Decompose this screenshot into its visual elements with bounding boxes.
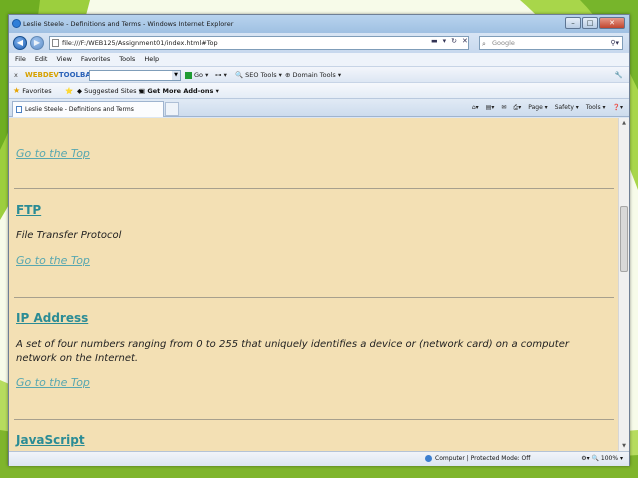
term-description-ftp: File Transfer Protocol bbox=[16, 230, 122, 241]
scroll-down-icon[interactable]: ▼ bbox=[619, 441, 629, 451]
star-icon: ★ bbox=[13, 86, 21, 95]
url-input[interactable]: file:///F:/WEB125/Assignment01/index.htm… bbox=[49, 36, 469, 50]
mail-icon[interactable]: ✉ bbox=[501, 102, 506, 114]
compat-view-icon[interactable]: ▬ bbox=[431, 37, 438, 45]
address-controls: ▬ ▾ ↻ ✕ bbox=[431, 37, 468, 45]
page-content: Go to the Top FTP File Transfer Protocol… bbox=[9, 118, 618, 451]
new-tab-button[interactable] bbox=[165, 102, 179, 116]
stop-icon[interactable]: ✕ bbox=[462, 37, 468, 45]
forward-arrow-icon[interactable]: ▶ bbox=[30, 36, 44, 50]
toolbar-search-combo[interactable]: ▼ bbox=[89, 70, 181, 81]
menu-edit[interactable]: Edit bbox=[35, 53, 48, 66]
tab-label: Leslie Steele - Definitions and Terms bbox=[25, 106, 134, 113]
url-text: file:///F:/WEB125/Assignment01/index.htm… bbox=[62, 39, 218, 47]
search-input[interactable]: ⌕ Google ⚲▾ bbox=[479, 36, 623, 50]
vertical-scrollbar[interactable]: ▲ ▼ bbox=[618, 118, 629, 451]
search-placeholder: Google bbox=[492, 39, 515, 47]
page-menu[interactable]: Page ▾ bbox=[528, 102, 547, 114]
term-title-ftp[interactable]: FTP bbox=[16, 203, 41, 217]
favorites-button[interactable]: ★ Favorites bbox=[13, 83, 52, 99]
help-icon[interactable]: ❓▾ bbox=[613, 102, 623, 114]
menu-tools[interactable]: Tools bbox=[119, 53, 135, 66]
go-icon bbox=[185, 71, 192, 79]
suggested-sites-link[interactable]: ◆ Suggested Sites ▾ bbox=[77, 83, 142, 99]
back-arrow-icon[interactable]: ◀ bbox=[13, 36, 27, 50]
window-title: Leslie Steele - Definitions and Terms - … bbox=[23, 20, 234, 28]
term-description-ip-address: A set of four numbers ranging from 0 to … bbox=[16, 339, 569, 364]
menu-help[interactable]: Help bbox=[144, 53, 159, 66]
home-icon[interactable]: ⌂▾ bbox=[472, 102, 479, 114]
zoom-level[interactable]: ⚙▾ 🔍 100% ▾ bbox=[581, 452, 623, 466]
add-favorite-icon[interactable]: ⭐ bbox=[65, 83, 73, 99]
wrench-icon[interactable]: 🔧 bbox=[615, 67, 623, 83]
toolbar-go-button[interactable]: Go ▾ bbox=[185, 67, 208, 83]
ie-logo-icon bbox=[12, 19, 21, 28]
page-icon bbox=[16, 106, 22, 113]
menu-favorites[interactable]: Favorites bbox=[81, 53, 110, 66]
menu-file[interactable]: File bbox=[15, 53, 26, 66]
window-controls: – □ ✕ bbox=[565, 17, 625, 29]
ie-browser-window: Leslie Steele - Definitions and Terms - … bbox=[8, 14, 630, 466]
go-to-top-link[interactable]: Go to the Top bbox=[16, 254, 90, 267]
command-bar: ⌂▾ ▤▾ ✉ ⎙▾ Page ▾ Safety ▾ Tools ▾ ❓▾ bbox=[472, 102, 623, 114]
maximize-button[interactable]: □ bbox=[582, 17, 598, 29]
webdev-toolbar: x WEBDEVTOOLBAR ▾ ▼ Go ▾ ⊶ ▾ 🔍 SEO Tools… bbox=[9, 66, 629, 82]
print-icon[interactable]: ⎙▾ bbox=[513, 102, 521, 114]
refresh-icon[interactable]: ↻ bbox=[451, 37, 457, 45]
status-bar: Computer | Protected Mode: Off ⚙▾ 🔍 100%… bbox=[9, 451, 629, 466]
scroll-thumb[interactable] bbox=[620, 206, 628, 272]
favorites-bar: ★ Favorites ⭐ ◆ Suggested Sites ▾ ▣ Get … bbox=[9, 82, 629, 98]
toolbar-tools-icon[interactable]: ⊶ ▾ bbox=[215, 67, 227, 83]
divider bbox=[14, 419, 614, 420]
menu-view[interactable]: View bbox=[56, 53, 71, 66]
tab-bar: Leslie Steele - Definitions and Terms ⌂▾… bbox=[9, 98, 629, 117]
globe-icon bbox=[425, 455, 432, 462]
address-bar: ◀ ▶ file:///F:/WEB125/Assignment01/index… bbox=[9, 33, 629, 53]
tools-menu[interactable]: Tools ▾ bbox=[586, 102, 606, 114]
minimize-button[interactable]: – bbox=[565, 17, 581, 29]
get-addons-link[interactable]: ▣ Get More Add-ons ▾ bbox=[139, 83, 219, 99]
scroll-up-icon[interactable]: ▲ bbox=[619, 118, 629, 128]
divider bbox=[14, 188, 614, 189]
window-titlebar: Leslie Steele - Definitions and Terms - … bbox=[9, 15, 629, 33]
chevron-down-icon[interactable]: ▼ bbox=[172, 71, 180, 80]
seo-tools-button[interactable]: 🔍 SEO Tools ▾ bbox=[235, 67, 282, 83]
page-icon bbox=[52, 39, 59, 47]
close-toolbar-icon[interactable]: x bbox=[14, 67, 18, 83]
term-title-ip-address[interactable]: IP Address bbox=[16, 311, 88, 325]
safety-menu[interactable]: Safety ▾ bbox=[555, 102, 579, 114]
go-to-top-link[interactable]: Go to the Top bbox=[16, 147, 90, 160]
search-icon: ⌕ bbox=[482, 40, 486, 48]
divider bbox=[14, 297, 614, 298]
dropdown-arrow-icon[interactable]: ▾ bbox=[443, 37, 447, 45]
go-to-top-link[interactable]: Go to the Top bbox=[16, 376, 90, 389]
term-title-javascript[interactable]: JavaScript bbox=[16, 433, 85, 447]
close-button[interactable]: ✕ bbox=[599, 17, 625, 29]
menu-bar: File Edit View Favorites Tools Help bbox=[9, 53, 629, 66]
domain-tools-button[interactable]: ⊕ Domain Tools ▾ bbox=[285, 67, 341, 83]
feeds-icon[interactable]: ▤▾ bbox=[486, 102, 495, 114]
search-go-icon[interactable]: ⚲▾ bbox=[610, 37, 619, 49]
tab-definitions[interactable]: Leslie Steele - Definitions and Terms bbox=[12, 101, 164, 117]
security-zone[interactable]: Computer | Protected Mode: Off bbox=[425, 452, 530, 466]
